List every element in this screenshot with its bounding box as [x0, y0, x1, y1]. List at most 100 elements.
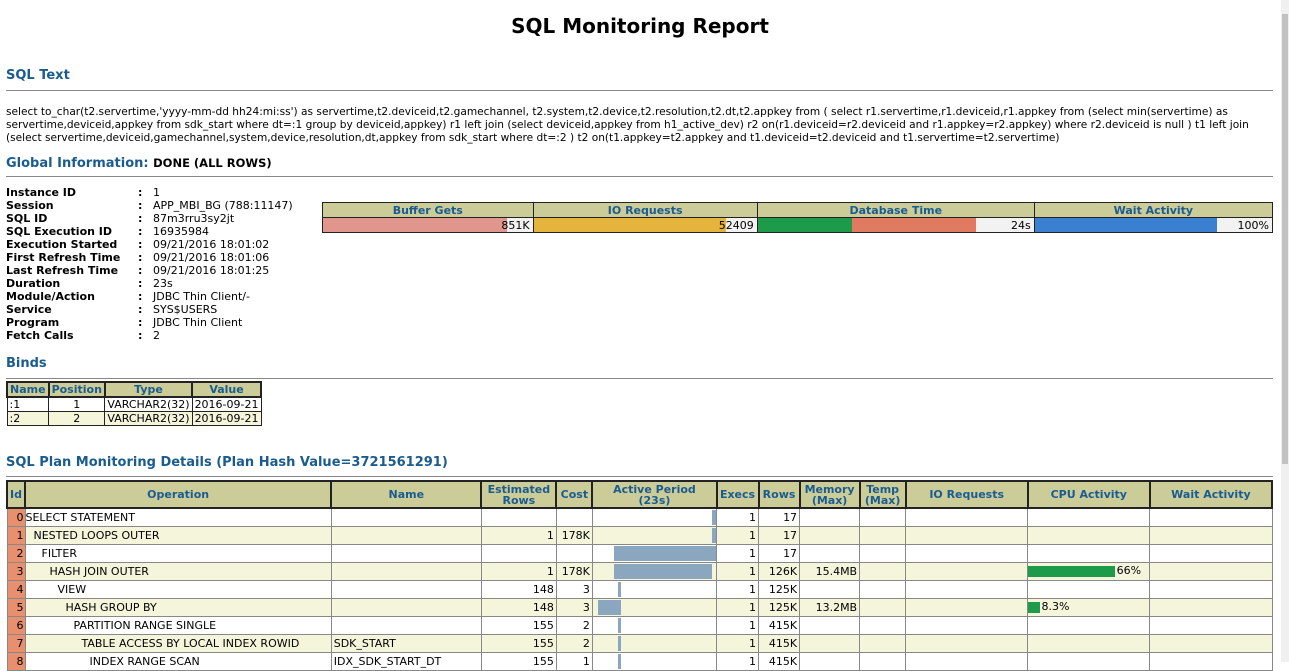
info-row: First Refresh Time:09/21/2016 18:01:06 [6, 251, 293, 264]
plan-execs: 1 [715, 634, 760, 653]
plan-cost: 3 [555, 598, 593, 617]
global-info-label: Global Information: [6, 156, 149, 171]
plan-wait [1149, 562, 1273, 581]
plan-memory [799, 544, 861, 563]
metric-value: 24s [1011, 219, 1031, 232]
plan-id: 3 [6, 562, 26, 581]
info-row: Execution Started:09/21/2016 18:01:02 [6, 238, 293, 251]
plan-cost: 2 [555, 634, 593, 653]
plan-estimated-rows: 148 [480, 598, 557, 617]
metrics-table: Buffer Gets IO Requests Database Time Wait … [322, 202, 1274, 233]
plan-object-name [330, 616, 482, 635]
info-value: 09/21/2016 18:01:06 [153, 251, 270, 264]
active-period-bar [613, 564, 713, 579]
active-period-bar [617, 618, 622, 633]
info-key: Last Refresh Time [6, 264, 119, 277]
binds-col-header: Name [6, 381, 50, 398]
bind-name: :1 [6, 396, 50, 412]
binds-col-header: Position [47, 381, 106, 398]
divider [6, 176, 1273, 177]
info-key: Service [6, 303, 52, 316]
plan-active-period [591, 526, 718, 545]
plan-rows: 126K [758, 562, 801, 581]
plan-operation: SELECT STATEMENT [24, 507, 332, 527]
plan-memory [799, 507, 861, 527]
plan-row: 4 VIEW 148 3 1 125K [6, 580, 1273, 599]
plan-estimated-rows: 155 [480, 634, 557, 653]
plan-memory [799, 634, 861, 653]
cpu-activity-bar [1028, 602, 1041, 613]
plan-rows: 17 [758, 544, 801, 563]
info-key: Instance ID [6, 186, 77, 199]
plan-memory: 13.2MB [799, 598, 861, 617]
plan-io [905, 634, 1029, 653]
plan-operation: PARTITION RANGE SINGLE [24, 616, 332, 635]
plan-rows: 415K [758, 634, 801, 653]
info-colon: : [138, 277, 143, 290]
active-period-bar [617, 636, 622, 651]
active-period-bar [597, 600, 622, 615]
cpu-activity-value: 66% [1116, 564, 1142, 577]
info-value: APP_MBI_BG (788:11147) [153, 199, 293, 212]
info-value: 2 [153, 329, 160, 342]
plan-id: 2 [6, 544, 26, 563]
scrollbar-thumb[interactable] [1282, 14, 1288, 464]
plan-rows: 125K [758, 598, 801, 617]
plan-active-period [591, 580, 718, 599]
bind-value: 2016-09-21 [191, 396, 262, 412]
plan-rows: 415K [758, 616, 801, 635]
plan-memory [799, 526, 861, 545]
col-execs: Execs [715, 480, 760, 509]
plan-temp [859, 507, 907, 527]
info-colon: : [138, 238, 143, 251]
plan-temp [859, 562, 907, 581]
plan-memory: 15.4MB [799, 562, 861, 581]
plan-execs: 1 [715, 598, 760, 617]
info-colon: : [138, 251, 143, 264]
divider [6, 90, 1273, 91]
bind-name: :2 [6, 411, 50, 426]
global-info-list: Instance ID:1 Session: APP_MBI_BG (788:111… [6, 186, 293, 342]
plan-row: 3 HASH JOIN OUTER 1 178K 1 126K 15.4MB 66% [6, 562, 1273, 581]
plan-io [905, 544, 1029, 563]
cpu-activity-bar [1028, 566, 1116, 577]
plan-cost [555, 507, 593, 527]
plan-cost: 2 [555, 616, 593, 635]
info-row: Service: SYS$USERS [6, 303, 293, 316]
plan-operation: VIEW [24, 580, 332, 599]
plan-id: 1 [6, 526, 26, 545]
plan-active-period [591, 544, 718, 563]
plan-cpu-activity [1027, 526, 1151, 545]
binds-col-header: Type [103, 381, 194, 398]
col-operation: Operation [23, 480, 333, 509]
plan-execs: 1 [715, 616, 760, 635]
info-value: 23s [153, 277, 173, 290]
plan-row: 0 SELECT STATEMENT 1 17 [6, 507, 1273, 527]
info-value: 09/21/2016 18:01:02 [153, 238, 270, 251]
plan-row: 7 TABLE ACCESS BY LOCAL INDEX ROWID SDK_ST… [6, 634, 1273, 653]
plan-operation: FILTER [24, 544, 332, 563]
plan-estimated-rows: 1 [480, 526, 557, 545]
plan-execs: 1 [715, 544, 760, 563]
col-id: Id [6, 480, 26, 509]
binds-heading: Binds [6, 356, 47, 371]
plan-memory [799, 580, 861, 599]
plan-wait [1149, 598, 1273, 617]
plan-io [905, 598, 1029, 617]
plan-operation: NESTED LOOPS OUTER [24, 526, 332, 545]
plan-wait [1149, 544, 1273, 563]
metric-bar-cell: 52409 [532, 217, 758, 233]
plan-row: 6 PARTITION RANGE SINGLE 155 2 1 415K [6, 616, 1273, 635]
metric-bar [533, 218, 726, 232]
info-key: Program [6, 316, 60, 329]
cpu-activity-value: 8.3% [1041, 600, 1070, 613]
col-active-period: Active Period (23s) [591, 480, 718, 509]
plan-cpu-activity [1027, 634, 1151, 653]
info-colon: : [138, 329, 143, 342]
plan-temp [859, 544, 907, 563]
info-row: Session: APP_MBI_BG (788:11147) [6, 199, 293, 212]
plan-execs: 1 [715, 562, 760, 581]
plan-cpu-activity [1027, 544, 1151, 563]
plan-table: Id Operation Name Estimated Rows Cost Act… [6, 480, 1274, 671]
plan-active-period [591, 616, 718, 635]
